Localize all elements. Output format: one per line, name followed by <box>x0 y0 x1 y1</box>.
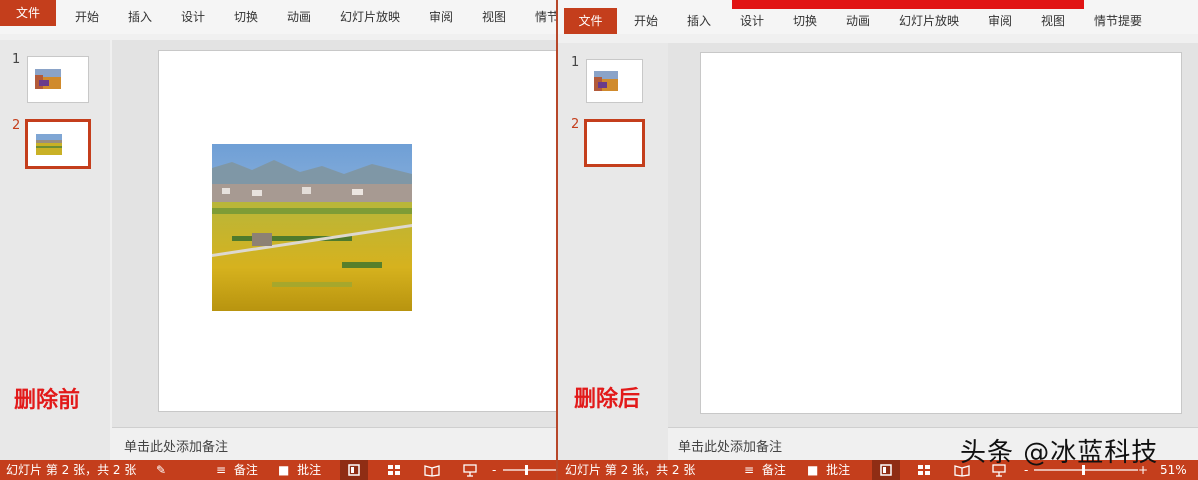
reading-view-icon[interactable] <box>418 460 446 480</box>
watermark: 头条 @冰蓝科技 <box>960 438 1159 468</box>
tab-slideshow[interactable]: 幻灯片放映 <box>340 0 400 34</box>
comments-button[interactable]: ■ 批注 <box>807 460 850 480</box>
notes-icon: ≡ <box>744 463 755 477</box>
ribbon-tabs: 文件 开始 插入 设计 切换 动画 幻灯片放映 审阅 视图 情节提要 <box>558 0 1198 34</box>
thumbnail-number: 2 <box>12 118 21 133</box>
zoom-out-button[interactable]: - <box>492 460 496 480</box>
landscape-thumbnail-image <box>594 71 618 91</box>
ribbon-tabs: 文件 开始 插入 设计 切换 动画 幻灯片放映 审阅 视图 情节 <box>0 0 556 34</box>
slide-editing-area <box>668 43 1198 427</box>
slide-2[interactable] <box>700 52 1182 414</box>
tab-view[interactable]: 视图 <box>1041 4 1065 38</box>
tab-review[interactable]: 审阅 <box>988 4 1012 38</box>
slide-thumbnail-2[interactable] <box>25 119 91 169</box>
notes-placeholder: 单击此处添加备注 <box>678 440 783 455</box>
tab-design[interactable]: 设计 <box>181 0 205 34</box>
slide-editing-area <box>112 40 556 427</box>
tab-insert[interactable]: 插入 <box>687 4 711 38</box>
fields-thumbnail-image <box>36 134 62 155</box>
zoom-level[interactable]: 51% <box>1160 460 1187 480</box>
caption-before: 删除前 <box>14 387 81 413</box>
sidebar-toggle-icon[interactable]: ✎ <box>156 460 166 480</box>
slide-thumbnail-1[interactable] <box>27 56 89 103</box>
notes-label: 备注 <box>233 463 258 477</box>
notes-icon: ≡ <box>216 463 227 477</box>
tab-insert[interactable]: 插入 <box>128 0 152 34</box>
slideshow-icon[interactable] <box>456 460 484 480</box>
thumbnail-pane: 1 2 删除后 <box>558 43 668 460</box>
tab-file[interactable]: 文件 <box>564 8 617 34</box>
tab-view[interactable]: 视图 <box>482 0 506 34</box>
thumbnail-number: 1 <box>12 52 21 67</box>
tab-slideshow[interactable]: 幻灯片放映 <box>899 4 959 38</box>
tab-design[interactable]: 设计 <box>740 4 764 38</box>
notes-button[interactable]: ≡ 备注 <box>216 460 258 480</box>
comments-button[interactable]: ■ 批注 <box>278 460 321 480</box>
comments-icon: ■ <box>807 463 819 477</box>
right-window: 文件 开始 插入 设计 切换 动画 幻灯片放映 审阅 视图 情节提要 1 2 删… <box>558 0 1198 480</box>
tab-animations[interactable]: 动画 <box>287 0 311 34</box>
slide-sorter-icon[interactable] <box>380 460 408 480</box>
tab-storyboard[interactable]: 情节 <box>535 0 556 34</box>
tab-home[interactable]: 开始 <box>634 4 658 38</box>
tab-animations[interactable]: 动画 <box>846 4 870 38</box>
comments-icon: ■ <box>278 463 290 477</box>
slide-thumbnail-1[interactable] <box>586 59 643 103</box>
tab-storyboard[interactable]: 情节提要 <box>1094 4 1142 38</box>
slide-2[interactable] <box>158 50 556 412</box>
caption-after: 删除后 <box>574 386 641 412</box>
notes-pane[interactable]: 单击此处添加备注 <box>112 427 556 461</box>
notes-label: 备注 <box>761 463 786 477</box>
tab-home[interactable]: 开始 <box>75 0 99 34</box>
thumbnail-number: 1 <box>571 55 580 70</box>
landscape-picture[interactable] <box>212 144 412 311</box>
slide-count-label: 幻灯片 第 2 张，共 2 张 <box>565 463 696 477</box>
tab-transitions[interactable]: 切换 <box>793 4 817 38</box>
status-bar: 幻灯片 第 2 张，共 2 张 ✎ ≡ 备注 ■ 批注 - <box>0 460 556 480</box>
slide-count-label: 幻灯片 第 2 张，共 2 张 <box>6 463 137 477</box>
tab-transitions[interactable]: 切换 <box>234 0 258 34</box>
left-window: 文件 开始 插入 设计 切换 动画 幻灯片放映 审阅 视图 情节 1 2 删除前… <box>0 0 556 480</box>
tab-review[interactable]: 审阅 <box>429 0 453 34</box>
comments-label: 批注 <box>826 463 851 477</box>
slide-thumbnail-2[interactable] <box>584 119 645 167</box>
normal-view-icon[interactable] <box>340 460 368 480</box>
slide-sorter-icon[interactable] <box>910 460 938 480</box>
normal-view-icon[interactable] <box>872 460 900 480</box>
notes-button[interactable]: ≡ 备注 <box>744 460 786 480</box>
thumbnail-number: 2 <box>571 117 580 132</box>
tab-file[interactable]: 文件 <box>0 0 56 26</box>
notes-placeholder: 单击此处添加备注 <box>124 440 229 455</box>
zoom-slider[interactable] <box>503 460 556 480</box>
comments-label: 批注 <box>297 463 322 477</box>
landscape-thumbnail-image <box>35 69 61 89</box>
thumbnail-pane: 1 2 删除前 <box>0 40 110 460</box>
